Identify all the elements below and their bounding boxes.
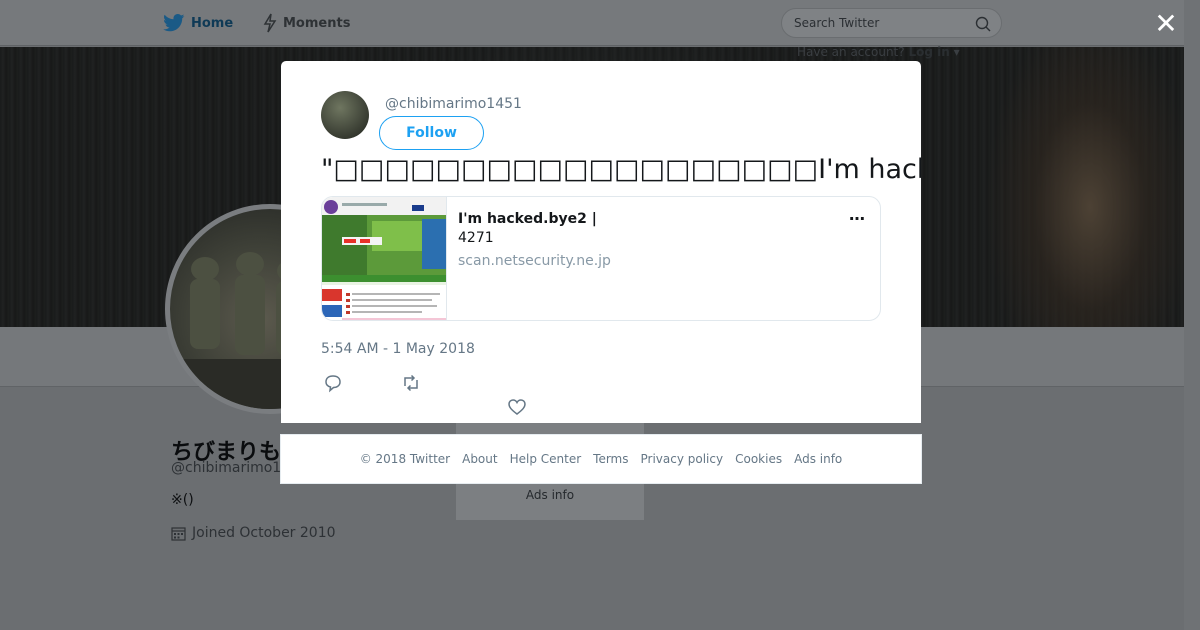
card-more-icon[interactable]: …: [849, 205, 866, 224]
scrollbar[interactable]: [1184, 0, 1200, 630]
tweet-text: "□□□□□□□□□□□□□□□□□□□I'm hacked.bye2□□□□□…: [321, 154, 921, 185]
footer-link-privacy[interactable]: Privacy policy: [641, 452, 724, 466]
tweet-author-avatar[interactable]: [321, 91, 369, 139]
reply-icon[interactable]: [323, 373, 343, 393]
link-preview-card[interactable]: I'm hacked.bye2 | 4271 scan.netsecurity.…: [321, 196, 881, 321]
nav-home-label: Home: [191, 15, 234, 31]
footer-link-cookies[interactable]: Cookies: [735, 452, 782, 466]
nav-moments-label: Moments: [283, 15, 351, 31]
tweet-permalink-modal: @chibimarimo1451 Follow "□□□□□□□□□□□□□□□…: [281, 61, 921, 423]
twitter-bird-icon: [163, 14, 185, 32]
tweet-author-handle[interactable]: @chibimarimo1451: [385, 96, 522, 112]
like-icon[interactable]: [507, 397, 527, 417]
retweet-icon[interactable]: [401, 373, 421, 393]
search-input[interactable]: Search Twitter: [781, 8, 1002, 38]
close-icon[interactable]: ✕: [1154, 10, 1178, 38]
search-placeholder: Search Twitter: [794, 16, 880, 30]
side-ads-info-link[interactable]: Ads info: [456, 488, 644, 502]
login-prompt: Have an account? Log in ▾: [797, 45, 960, 59]
card-title: I'm hacked.bye2 |: [458, 211, 597, 227]
card-description: 4271: [458, 230, 494, 246]
lightning-icon: [263, 13, 277, 33]
nav-moments[interactable]: Moments: [263, 12, 350, 34]
footer-link-about[interactable]: About: [462, 452, 497, 466]
profile-joined: Joined October 2010: [171, 525, 336, 541]
card-domain: scan.netsecurity.ne.jp: [458, 253, 611, 269]
follow-button[interactable]: Follow: [379, 116, 484, 150]
tweet-timestamp[interactable]: 5:54 AM - 1 May 2018: [321, 341, 475, 357]
profile-bio: ※(): [171, 492, 194, 508]
top-navigation-bar: Home Moments Search Twitter: [0, 0, 1184, 46]
joined-label: Joined October 2010: [192, 525, 336, 541]
footer-link-terms[interactable]: Terms: [593, 452, 628, 466]
card-thumbnail: [322, 197, 447, 320]
calendar-icon: [171, 526, 186, 541]
footer-link-help-center[interactable]: Help Center: [510, 452, 582, 466]
nav-home[interactable]: Home: [163, 12, 233, 34]
footer-link-ads-info[interactable]: Ads info: [794, 452, 842, 466]
login-link[interactable]: Log in: [908, 45, 949, 59]
search-icon[interactable]: [975, 16, 991, 32]
footer-copyright: © 2018 Twitter: [359, 452, 451, 466]
modal-footer: © 2018 Twitter About Help Center Terms P…: [280, 434, 922, 484]
have-account-text: Have an account?: [797, 45, 905, 59]
